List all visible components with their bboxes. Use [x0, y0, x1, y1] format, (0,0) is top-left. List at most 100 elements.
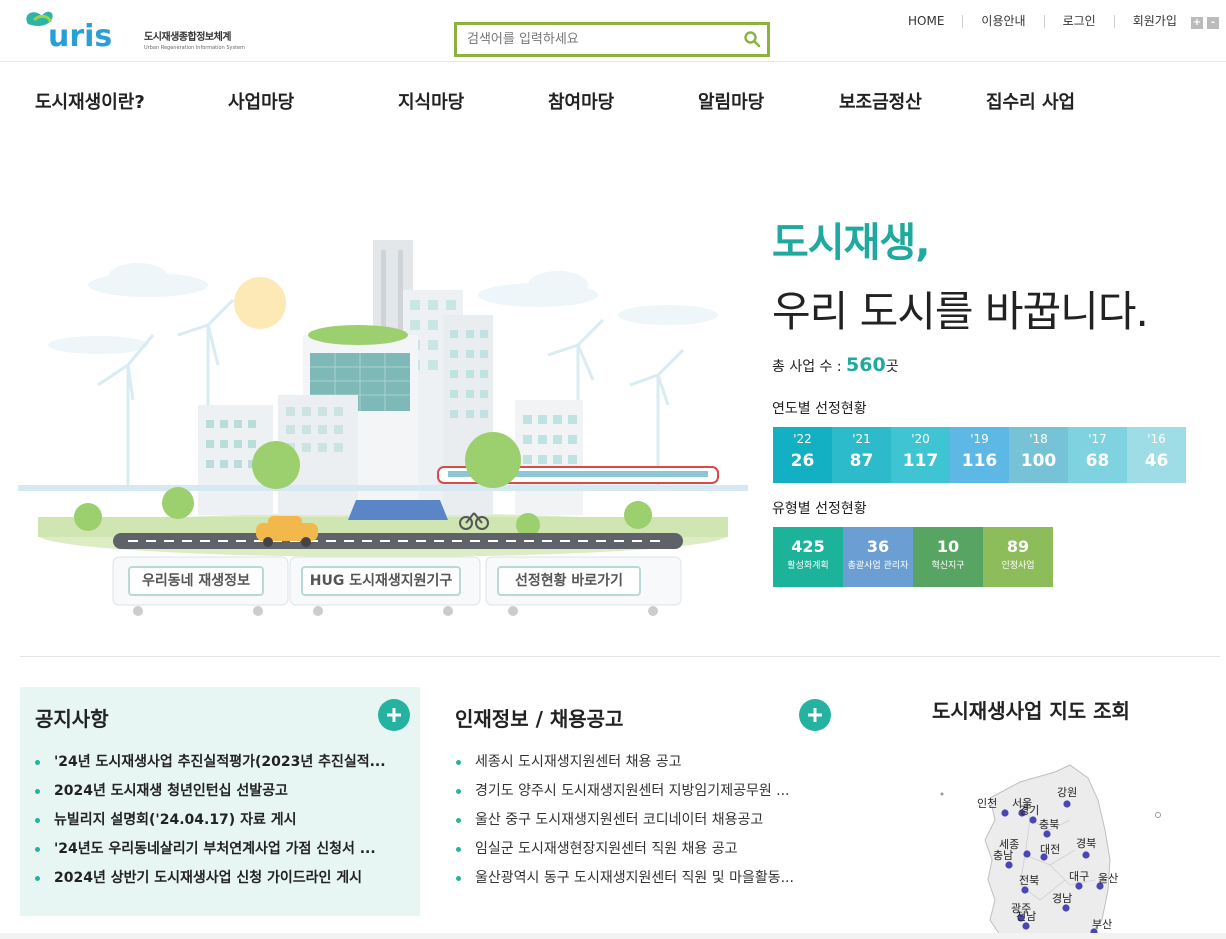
logo-title: 도시재생종합정보체계 [144, 32, 232, 43]
notice-more-button[interactable] [378, 699, 410, 731]
year-label: '16 [1147, 432, 1166, 446]
utility-links: HOME 이용안내 로그인 회원가입 [890, 15, 1195, 28]
year-stat-cell[interactable]: '20 117 [891, 427, 950, 483]
list-item[interactable]: 임실군 도시재생현장지원센터 직원 채용 공고 [455, 839, 840, 868]
nav-item-participation[interactable]: 참여마당 [548, 88, 614, 114]
type-title: 유형별 선정현황 [772, 501, 867, 517]
signup-link[interactable]: 회원가입 [1115, 15, 1195, 28]
list-item[interactable]: 2024년 도시재생 청년인턴십 선발공고 [34, 781, 419, 810]
map-region-label: 울산 [1098, 872, 1118, 885]
type-stat-cell[interactable]: 425 활성화계획 [773, 527, 843, 587]
type-label: 총괄사업 관리자 [847, 561, 909, 571]
recruit-more-button[interactable] [799, 699, 831, 731]
map-region-label: 대전 [1040, 843, 1060, 856]
search-input[interactable] [457, 25, 727, 54]
login-link[interactable]: 로그인 [1045, 15, 1115, 28]
list-item[interactable]: 2024년 상반기 도시재생사업 신청 가이드라인 게시 [34, 868, 419, 897]
korea-map[interactable]: 인천 서울강원경기충북세종충남 대전 경북대구전북 울산경남광주부산전남 [930, 760, 1170, 935]
type-value: 10 [936, 537, 960, 556]
guide-link[interactable]: 이용안내 [963, 15, 1045, 28]
map-region-label: 충남 [993, 849, 1013, 862]
solar-panel-icon [348, 500, 448, 520]
zoom-out-button[interactable]: - [1207, 17, 1219, 29]
map-pin-icon [1075, 882, 1083, 890]
logo-wordmark: uris [48, 19, 112, 52]
list-item[interactable]: 울산광역시 동구 도시재생지원센터 직원 및 마을활동... [455, 868, 840, 897]
year-value: 68 [1085, 451, 1110, 471]
type-value: 425 [791, 537, 825, 556]
year-stat-cell[interactable]: '22 26 [773, 427, 832, 483]
type-label: 혁신지구 [931, 561, 965, 571]
type-value: 89 [1006, 537, 1030, 556]
year-stat-cell[interactable]: '21 87 [832, 427, 891, 483]
type-value: 36 [866, 537, 890, 556]
neighborhood-info-button[interactable]: 우리동네 재생정보 [128, 566, 264, 596]
map-region-label: 충북 [1039, 818, 1059, 831]
nav-item-notices[interactable]: 알림마당 [698, 88, 764, 114]
footer-band [0, 933, 1226, 939]
map-region-label: 경남 [1052, 892, 1072, 905]
map-pin-icon [1063, 800, 1071, 808]
sun-icon [234, 277, 286, 329]
list-item[interactable]: 뉴빌리지 설명회('24.04.17) 자료 게시 [34, 810, 419, 839]
map-region-label: 경기 [1019, 804, 1039, 817]
nav-item-house-repair[interactable]: 집수리 사업 [986, 88, 1075, 114]
type-label: 활성화계획 [787, 561, 829, 571]
total-unit: 곳 [885, 359, 899, 375]
recruit-title: 인재정보 / 채용공고 [455, 707, 624, 731]
nav-item-about[interactable]: 도시재생이란? [35, 88, 145, 114]
map-region-label: 인천 [977, 796, 997, 810]
map-pin-icon [1029, 816, 1037, 824]
list-item[interactable]: 세종시 도시재생지원센터 채용 공고 [455, 752, 840, 781]
list-item[interactable]: '24년도 우리동네살리기 부처연계사업 가점 신청서 ... [34, 839, 419, 868]
map-region-label: 전북 [1019, 874, 1039, 887]
year-stat-cell[interactable]: '17 68 [1068, 427, 1127, 483]
map-pin-icon [1001, 809, 1009, 817]
type-stats: 425 활성화계획 36 총괄사업 관리자 10 혁신지구 89 인정사업 [773, 527, 1053, 587]
map-region-label: 전남 [1016, 910, 1036, 923]
list-item[interactable]: 경기도 양주시 도시재생지원센터 지방임기제공무원 ... [455, 781, 840, 810]
map-pin-icon [1021, 886, 1029, 894]
headline-primary: 도시재생, [772, 220, 930, 266]
list-item[interactable]: 울산 중구 도시재생지원센터 코디네이터 채용공고 [455, 810, 840, 839]
map-region-label: 부산 [1092, 918, 1112, 931]
total-label: 총 사업 수 : [772, 359, 842, 375]
map-pin-icon [1082, 851, 1090, 859]
year-stat-cell[interactable]: '16 46 [1127, 427, 1186, 483]
year-label: '21 [852, 432, 871, 446]
home-link[interactable]: HOME [890, 15, 964, 28]
nav-item-projects[interactable]: 사업마당 [228, 88, 294, 114]
year-label: '19 [970, 432, 989, 446]
year-label: '20 [911, 432, 930, 446]
type-stat-cell[interactable]: 89 인정사업 [983, 527, 1053, 587]
search-box [454, 22, 770, 57]
zoom-in-button[interactable]: + [1191, 17, 1203, 29]
year-label: '18 [1029, 432, 1048, 446]
hug-support-button[interactable]: HUG 도시재생지원기구 [301, 566, 461, 596]
total-projects: 총 사업 수 : 560곳 [772, 354, 899, 376]
recruit-list: 세종시 도시재생지원센터 채용 공고 경기도 양주시 도시재생지원센터 지방임기… [455, 752, 840, 897]
year-value: 117 [902, 451, 939, 471]
logo-subtitle: Urban Regeneration Information System [144, 45, 245, 51]
type-stat-cell[interactable]: 36 총괄사업 관리자 [843, 527, 913, 587]
year-value: 26 [790, 451, 815, 471]
selection-status-button[interactable]: 선정현황 바로가기 [497, 566, 641, 596]
year-label: '17 [1088, 432, 1107, 446]
year-value: 100 [1020, 451, 1057, 471]
total-value: 560 [846, 354, 886, 376]
list-item[interactable]: '24년 도시재생사업 추진실적평가(2023년 추진실적... [34, 752, 419, 781]
type-label: 인정사업 [1001, 561, 1035, 571]
year-stat-cell[interactable]: '19 116 [950, 427, 1009, 483]
type-stat-cell[interactable]: 10 혁신지구 [913, 527, 983, 587]
nav-item-subsidy[interactable]: 보조금정산 [839, 88, 922, 114]
nav-item-knowledge[interactable]: 지식마당 [398, 88, 464, 114]
site-logo[interactable]: uris 도시재생종합정보체계 Urban Regeneration Infor… [20, 4, 245, 54]
top-bar: uris 도시재생종합정보체계 Urban Regeneration Infor… [0, 0, 1226, 62]
plus-icon [808, 708, 822, 722]
map-region-label: 대구 [1069, 870, 1089, 883]
map-region-label: 강원 [1057, 786, 1077, 799]
search-icon[interactable] [743, 30, 761, 48]
city-illustration [18, 240, 748, 616]
notice-board: 공지사항 '24년 도시재생사업 추진실적평가(2023년 추진실적... 20… [20, 687, 420, 916]
year-stat-cell[interactable]: '18 100 [1009, 427, 1068, 483]
